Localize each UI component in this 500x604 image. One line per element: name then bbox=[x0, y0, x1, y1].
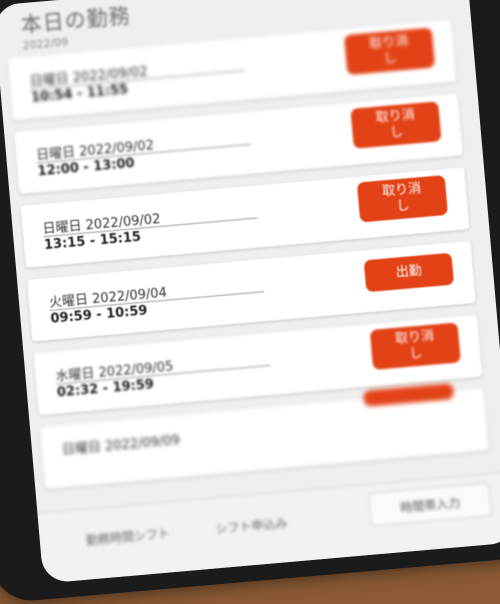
shift-date-line: 日曜日 2022/09/09 bbox=[61, 429, 180, 458]
cancel-button[interactable]: 取り消し bbox=[369, 322, 461, 370]
page-subtitle: 2022/09 bbox=[22, 35, 69, 53]
shift-date: 2022/09/09 bbox=[104, 433, 181, 455]
cancel-button[interactable]: 取り消し bbox=[350, 101, 442, 149]
page-title: 本日の勤務 bbox=[19, 3, 132, 38]
shift-list: 日曜日 2022/09/02 10:54 - 11:55 取り消し 日曜日 20… bbox=[7, 19, 490, 501]
phone-frame: 本日の勤務 2022/09 日曜日 2022/09/02 10:54 - 11:… bbox=[0, 0, 500, 604]
cancel-button[interactable]: 取り消し bbox=[343, 27, 436, 76]
nav-item-work-shift[interactable]: 勤務時間シフト bbox=[85, 524, 170, 548]
cancel-button[interactable]: 取り消し bbox=[356, 174, 449, 223]
time-entry-button[interactable]: 時間帯入力 bbox=[367, 482, 493, 527]
shift-day: 日曜日 bbox=[61, 440, 102, 459]
nav-item-shift-request[interactable]: シフト申込み bbox=[215, 514, 288, 537]
partial-button[interactable] bbox=[363, 383, 455, 407]
clock-in-button[interactable]: 出勤 bbox=[363, 252, 455, 293]
app-screen: 本日の勤務 2022/09 日曜日 2022/09/02 10:54 - 11:… bbox=[0, 0, 500, 584]
